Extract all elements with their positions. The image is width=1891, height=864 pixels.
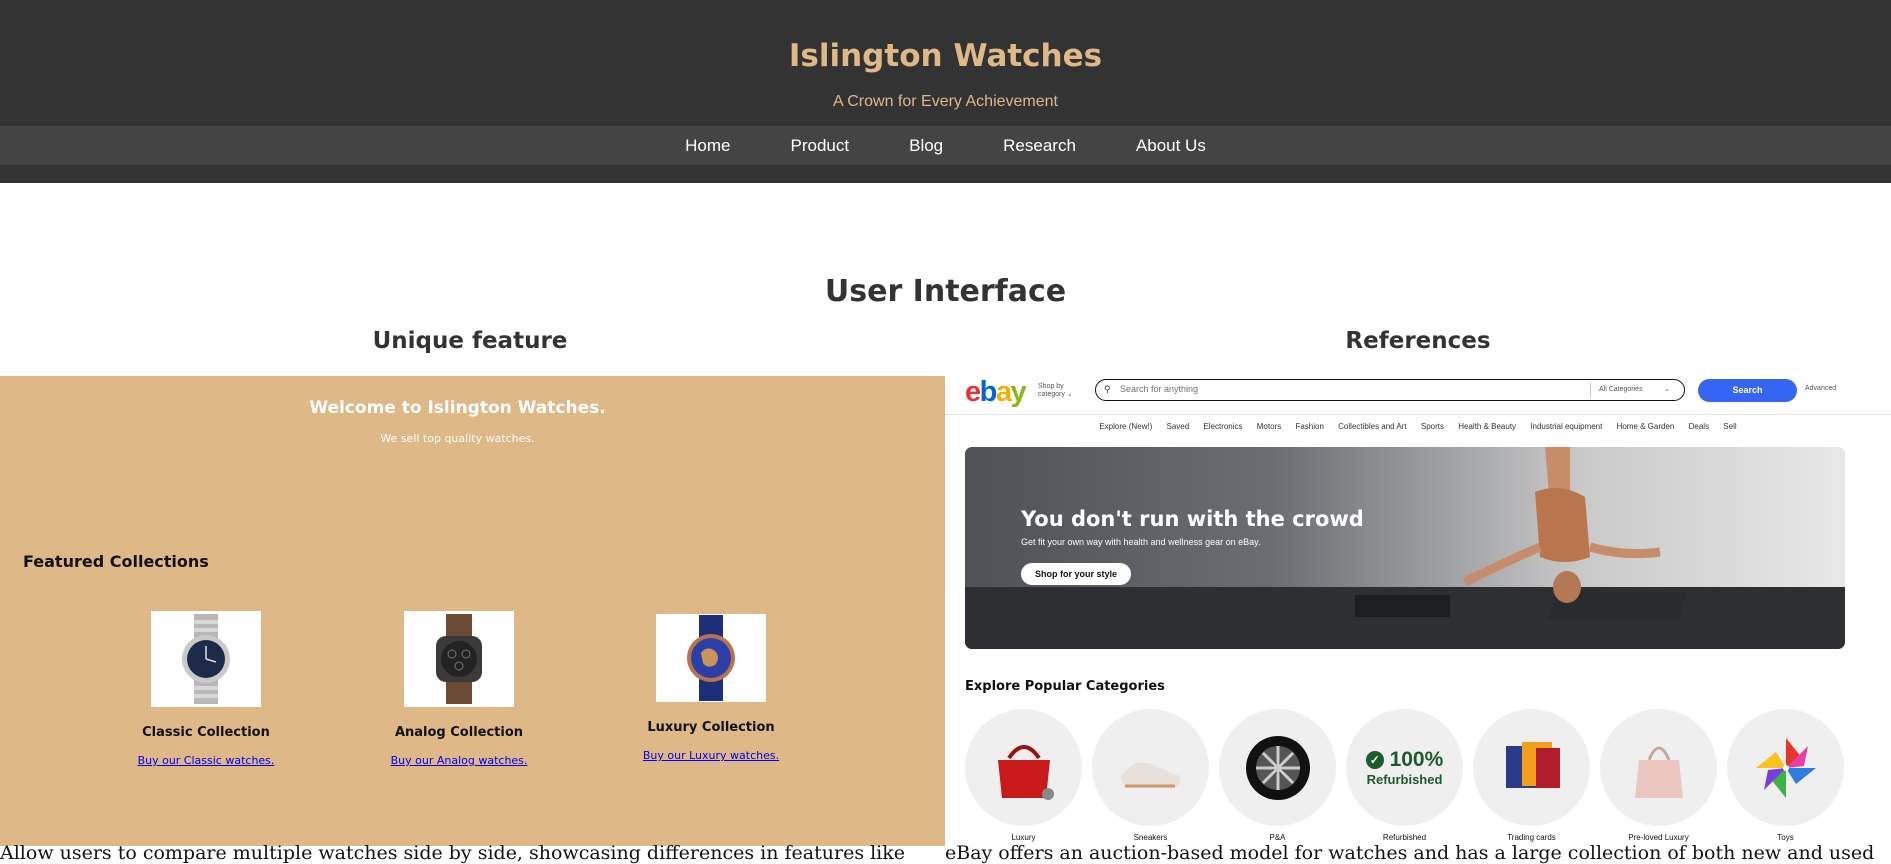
chevron-down-icon: ⌄	[1664, 386, 1670, 393]
ebay-category-nav: Explore (New!) Saved Electronics Motors …	[945, 422, 1891, 431]
ebay-nav-item[interactable]: Explore (New!)	[1099, 422, 1152, 431]
hero-subtitle: Get fit your own way with health and wel…	[1021, 537, 1261, 547]
hero-banner[interactable]: You don't run with the crowd Get fit you…	[965, 447, 1845, 649]
category-select[interactable]: All Categories ⌄	[1590, 382, 1674, 398]
ebay-nav-item[interactable]: Motors	[1257, 422, 1281, 431]
pinwheel-icon	[1727, 709, 1844, 826]
ebay-nav-item[interactable]: Home & Garden	[1617, 422, 1675, 431]
references-screenshot: ebay Shop by category ⌄ ⚲ Search for any…	[945, 376, 1891, 846]
luxury-collection-link[interactable]: Buy our Luxury watches.	[631, 749, 791, 762]
advanced-search-link[interactable]: Advanced	[1805, 385, 1836, 392]
sneaker-icon	[1092, 709, 1209, 826]
nav-product[interactable]: Product	[791, 136, 850, 156]
ebay-logo[interactable]: ebay	[965, 376, 1027, 409]
ebay-search-box[interactable]: ⚲ Search for anything All Categories ⌄	[1095, 379, 1685, 401]
unique-feature-title: Unique feature	[372, 328, 568, 354]
references-title: References	[1345, 328, 1491, 354]
trading-cards-icon	[1473, 709, 1590, 826]
shop-for-your-style-button[interactable]: Shop for your style	[1021, 563, 1131, 585]
collection-name: Classic Collection	[142, 725, 270, 740]
analog-collection-link[interactable]: Buy our Analog watches.	[379, 754, 539, 767]
nav-blog[interactable]: Blog	[909, 136, 943, 156]
nav-about-us[interactable]: About Us	[1136, 136, 1206, 156]
ebay-nav-item[interactable]: Sports	[1421, 422, 1444, 431]
collection-card-classic: Classic Collection Buy our Classic watch…	[126, 611, 286, 767]
shop-by-category[interactable]: Shop by category ⌄	[1038, 383, 1084, 399]
collection-card-analog: Analog Collection Buy our Analog watches…	[379, 611, 539, 767]
refurbished-badge-icon: ✓ 100% Refurbished	[1346, 709, 1463, 826]
nav-research[interactable]: Research	[1003, 136, 1076, 156]
ebay-nav-item[interactable]: Fashion	[1295, 422, 1323, 431]
checkmark-icon: ✓	[1365, 751, 1384, 770]
ebay-header: ebay Shop by category ⌄ ⚲ Search for any…	[945, 376, 1891, 415]
category-refurbished[interactable]: ✓ 100% Refurbished Refurbished	[1346, 709, 1463, 842]
ebay-nav-item[interactable]: Sell	[1723, 422, 1736, 431]
explore-categories-heading: Explore Popular Categories	[965, 679, 1165, 694]
site-header: Islington Watches A Crown for Every Achi…	[0, 0, 1891, 183]
category-sneakers[interactable]: Sneakers	[1092, 709, 1209, 842]
main-nav: Home Product Blog Research About Us	[0, 126, 1891, 165]
ebay-nav-item[interactable]: Deals	[1689, 422, 1709, 431]
nav-home[interactable]: Home	[685, 136, 730, 156]
ebay-nav-item[interactable]: Collectibles and Art	[1338, 422, 1406, 431]
references-description: eBay offers an auction-based model for w…	[945, 842, 1875, 864]
hero-title: You don't run with the crowd	[1021, 507, 1364, 531]
ebay-nav-item[interactable]: Electronics	[1203, 422, 1242, 431]
analog-watch-image	[404, 611, 514, 707]
search-icon: ⚲	[1104, 384, 1111, 394]
collection-card-luxury: Luxury Collection Buy our Luxury watches…	[631, 614, 791, 762]
site-title: Islington Watches	[788, 38, 1103, 74]
welcome-subtext: We sell top quality watches.	[380, 432, 535, 445]
chevron-down-icon: ⌄	[1066, 391, 1073, 398]
unique-feature-screenshot: Welcome to Islington Watches. We sell to…	[0, 376, 945, 846]
collection-name: Analog Collection	[394, 725, 524, 740]
classic-watch-image	[151, 611, 261, 707]
ebay-nav-item[interactable]: Saved	[1166, 422, 1189, 431]
site-tagline: A Crown for Every Achievement	[833, 93, 1058, 110]
ebay-nav-item[interactable]: Industrial equipment	[1530, 422, 1602, 431]
category-toys[interactable]: Toys	[1727, 709, 1844, 842]
classic-collection-link[interactable]: Buy our Classic watches.	[126, 754, 286, 767]
collection-name: Luxury Collection	[647, 720, 775, 735]
wheel-icon	[1219, 709, 1336, 826]
welcome-heading: Welcome to Islington Watches.	[309, 398, 606, 418]
unique-feature-description: Allow users to compare multiple watches …	[0, 842, 906, 864]
ebay-nav-item[interactable]: Health & Beauty	[1458, 422, 1516, 431]
category-luxury[interactable]: Luxury	[965, 709, 1082, 842]
tote-bag-icon	[1600, 709, 1717, 826]
featured-collections-heading: Featured Collections	[23, 552, 209, 571]
category-pre-loved-luxury[interactable]: Pre-loved Luxury	[1600, 709, 1717, 842]
luxury-watch-image	[656, 614, 766, 702]
category-parts-accessories[interactable]: P&A	[1219, 709, 1336, 842]
section-title: User Interface	[824, 274, 1067, 309]
ebay-search-button[interactable]: Search	[1698, 379, 1797, 402]
category-trading-cards[interactable]: Trading cards	[1473, 709, 1590, 842]
search-placeholder: Search for anything	[1120, 384, 1199, 394]
hero-athlete-image	[1355, 447, 1687, 620]
handbag-icon	[965, 709, 1082, 826]
